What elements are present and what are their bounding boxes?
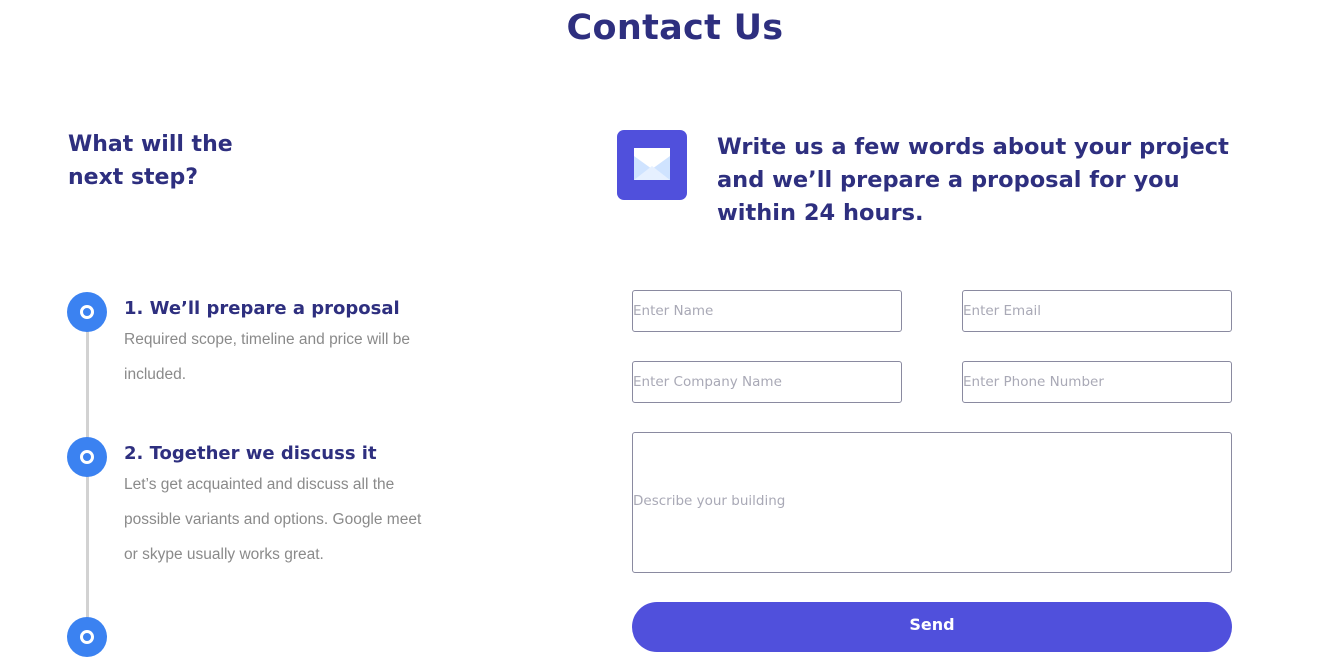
next-step-heading: What will the next step? [68,128,233,194]
send-button[interactable]: Send [632,602,1232,652]
company-name-input[interactable] [632,361,902,403]
step-description: Required scope, timeline and price will … [124,331,411,383]
step-marker-icon [67,292,107,332]
next-step-heading-line2: next step? [68,165,198,190]
step-title: 2. Together we discuss it [124,443,377,464]
page-title: Contact Us [566,8,784,48]
name-input[interactable] [632,290,902,332]
email-input[interactable] [962,290,1232,332]
phone-number-input[interactable] [962,361,1232,403]
envelope-icon [617,130,687,200]
timeline-line [86,312,89,642]
next-step-heading-line1: What will the [68,132,233,157]
step-marker-icon [67,617,107,657]
step-description: Let’s get acquainted and discuss all the… [124,476,422,563]
step-marker-icon [67,437,107,477]
step-title: 1. We’ll prepare a proposal [124,298,400,319]
building-description-textarea[interactable] [632,432,1232,573]
proposal-heading: Write us a few words about your project … [717,134,1229,226]
